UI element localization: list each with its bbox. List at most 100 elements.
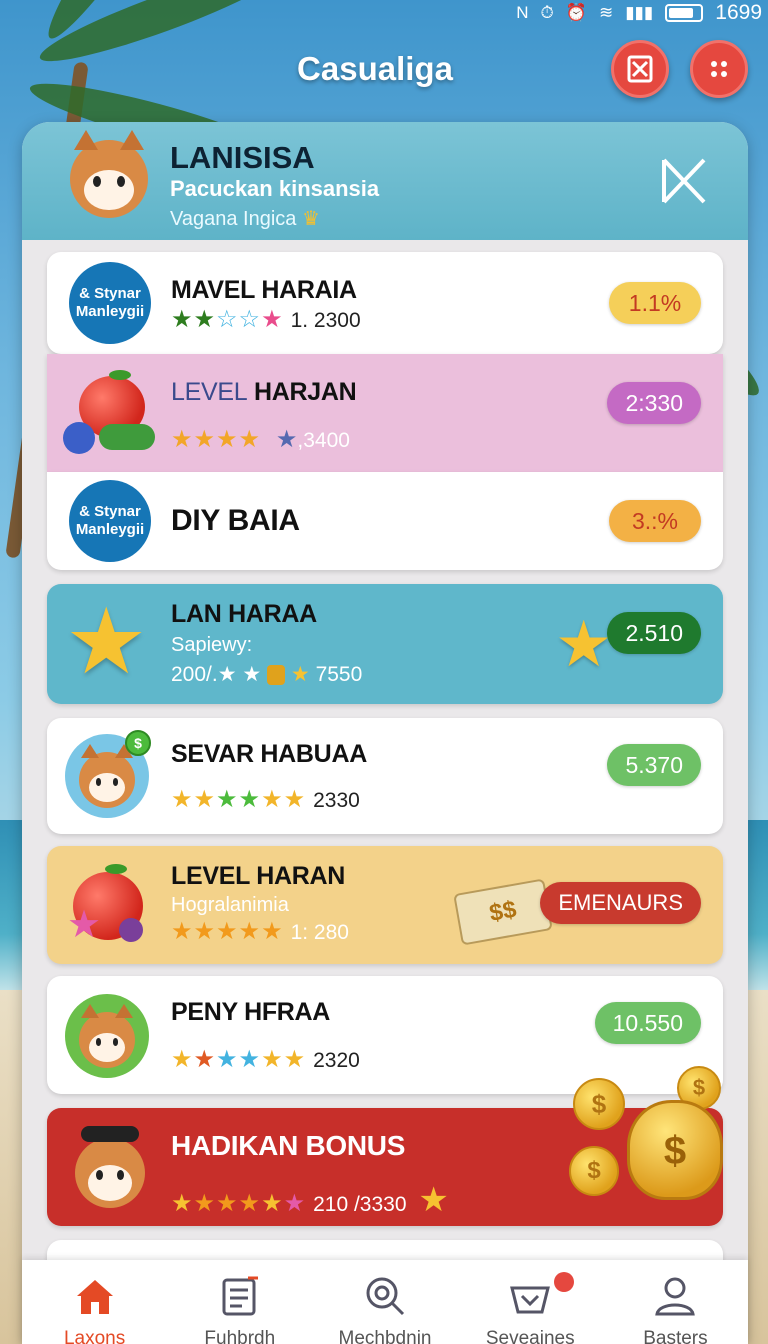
list-item[interactable]: ★ LAN HARAA Sapiewy: 200/.★ ★ ★ 7550 ★ 2… [47,584,723,704]
bookmark-close-button[interactable] [611,40,669,98]
list-item[interactable]: & Stynar Manleygii DIY BAIA 3.:% [47,472,723,570]
crown-icon: ♛ [301,208,320,230]
nfc-icon: N [516,3,529,22]
row-title: HADIKAN BONUS [171,1130,406,1161]
row-rating: ★ ★ ★ ★ ★ 1: 280 [171,920,349,945]
list-item[interactable]: LEVEL HARJAN ★ ★ ★ ★ ★,3400 2:330 [47,354,723,472]
row-title: LAN HARAA [171,600,317,628]
row-score: 210 /3330 [313,1193,407,1216]
stynar-logo-icon: & Stynar Manleygii [69,262,151,344]
gold-star-icon: ★ [418,1181,449,1219]
list-item[interactable]: ★ LEVEL HARAN Hogralanimia ★ ★ ★ ★ ★ 1: 280 … [47,846,723,964]
wifi-icon: ≋ [598,3,614,22]
row-title: LEVEL HARAN [171,862,346,890]
menu-button[interactable] [690,40,748,98]
score-badge: 2:330 [607,382,701,424]
row-rating: ★ ★ ★ ★ ★ ★ 2320 [171,1048,360,1073]
notification-dot [553,1272,574,1292]
blue-star-icon: ★ [275,426,298,453]
gold-star-icon: ★ [65,591,148,693]
bonus-banner[interactable]: HADIKAN BONUS ★ ★ ★ ★ ★ ★ 210 /3330 ★ $ $ $ $ [47,1066,723,1226]
rating-stars-icon: ★ ★ ★ ★ ★ ★ [171,1046,306,1073]
alarm-icon: ⏱ [540,3,554,22]
row-title: DIY BAIA [171,504,300,537]
purple-ball-icon [119,918,143,942]
cat-mascot-icon [75,1138,145,1208]
nav-item-laxons[interactable]: Laxons [22,1260,167,1344]
rating-stars-icon: ★ ★ ★ ★ [171,426,261,453]
rating-stars-icon: ★ ★ ☆ ☆ ★ [171,306,283,333]
nav-label: Fuhbrdh [204,1328,276,1344]
row-rating: ★ ★ ★ ★ ★ ★ 210 /3330 ★ [171,1180,449,1220]
row-title: LEVEL HARJAN [171,378,357,406]
row-subtitle: Sapiewy: [171,634,253,656]
nav-item-mechbdnin[interactable]: Mechbdnin [312,1260,457,1344]
header-subtitle: Pacuckan kinsansia [170,176,380,201]
row-score: 1. 2300 [290,309,361,332]
dots-grid-icon [711,61,727,77]
pink-star-icon: ★ [67,904,102,946]
gold-star-icon: ★ [555,608,613,680]
header-caption: Vagana Ingica ♛ [170,208,320,230]
panel-header: LANISISA Pacuckan kinsansia Vagana Ingic… [22,122,748,240]
row-score: 2330 [313,789,360,812]
row-score: ,3400 [297,429,350,452]
list-item[interactable]: & Stynar Manleygii MAVEL HARAIA ★ ★ ☆ ☆ ★ 1.… [47,252,723,354]
list-item[interactable]: $ SEVAR HABUAA ★ ★ ★ ★ ★ ★ 2330 5.370 [47,718,723,834]
nav-item-fuhbrdh[interactable]: Fuhbrdh [167,1260,312,1344]
notes-icon [222,1276,258,1316]
list-item[interactable]: PENY HFRAA ★ ★ ★ ★ ★ ★ 2320 10.550 [47,976,723,1094]
cucumber-icon [99,424,155,450]
score-badge: 5.370 [607,744,701,786]
row-score: 2320 [313,1049,360,1072]
hat-icon [81,1126,139,1142]
nav-label: Basters [643,1328,708,1344]
status-bar: N ⏱ ⏰ ≋ ▮▮▮ 1699 [0,0,768,26]
coin-icon: $ [569,1146,619,1196]
nav-label: Laxons [63,1328,126,1344]
blue-ball-icon [63,422,95,454]
basket-icon [510,1286,551,1314]
coin-stack-icon [267,665,286,686]
search-target-icon [366,1277,405,1316]
clock-icon: ⏰ [565,3,587,22]
rating-stars-icon: ★ ★ ★ ★ ★ [171,918,283,945]
bottom-nav: Laxons Fuhbrdh Mechbdnin Seveaines Baste… [22,1260,748,1344]
row-title: SEVAR HABUAA [171,740,367,768]
row-subtitle: Hogralanimia [171,894,289,916]
score-badge: 10.550 [594,1002,701,1044]
score-badge: 2.510 [607,612,701,654]
row-rating: ★ ★ ★ ★ ★ ★ 2330 [171,788,360,813]
rating-stars-icon: ★ ★ ★ ★ ★ ★ [171,1190,306,1217]
close-icon [662,158,706,204]
home-icon [76,1280,113,1314]
row-rating: 200/.★ ★ ★ 7550 [171,663,363,686]
nav-label: Mechbdnin [338,1328,432,1344]
percent-badge: 1.1% [609,282,701,324]
row-score: 7550 [315,663,363,686]
row-title: MAVEL HARAIA [171,276,357,304]
coin-pot-icon: $ [627,1100,723,1200]
signal-icon: ▮▮▮ [625,3,654,22]
rating-stars-icon: ★ ★ ★ ★ ★ ★ [171,786,306,813]
header-title: LANISISA [170,140,315,175]
percent-badge: 3.:% [609,500,701,542]
nav-item-seveaines[interactable]: Seveaines [458,1260,603,1344]
battery-icon [665,4,704,22]
nav-item-basters[interactable]: Basters [603,1260,748,1344]
cat-mascot-icon [79,744,135,808]
row-title: PENY HFRAA [171,998,331,1026]
profile-icon [655,1277,696,1316]
emenaurs-button[interactable]: EMENAURS [540,882,701,924]
row-rating: ★ ★ ★ ★ ★,3400 [171,428,350,453]
bookmark-x-icon [627,55,653,83]
money-bill-icon: $$ [453,878,553,946]
stynar-logo-icon: & Stynar Manleygii [69,480,151,562]
green-coin-icon: $ [125,730,151,756]
close-panel-button[interactable] [658,156,710,206]
cat-mascot-icon [70,130,148,218]
coin-icon: $ [573,1078,625,1130]
small-star-icon: ★ [290,663,310,686]
nav-label: Seveaines [485,1328,575,1344]
row-rating: ★ ★ ☆ ☆ ★ 1. 2300 [171,308,361,333]
